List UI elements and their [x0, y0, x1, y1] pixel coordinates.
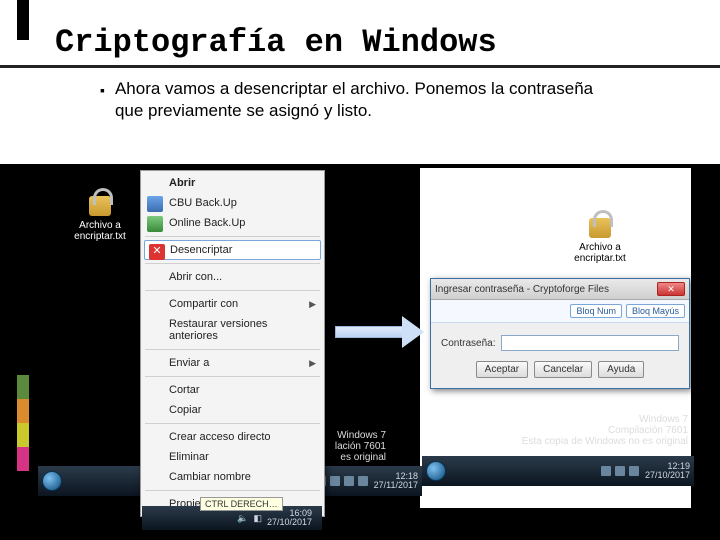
ctx-abrir-con[interactable]: Abrir con...	[143, 267, 322, 287]
encrypted-file-icon-right[interactable]: Archivo a encriptar.txt	[565, 210, 635, 266]
taskbar-clock[interactable]: 12:18 27/11/2017	[374, 472, 422, 491]
tray-icon[interactable]	[629, 466, 639, 476]
ctx-open[interactable]: Abrir	[143, 173, 322, 193]
tray-icon[interactable]	[615, 466, 625, 476]
tray-icon[interactable]	[601, 466, 611, 476]
cloud-icon	[147, 216, 163, 232]
bullet-content: Ahora vamos a desencriptar el archivo. P…	[115, 78, 620, 122]
decrypt-icon: ✕	[149, 244, 165, 260]
ctx-online-backup[interactable]: Online Back.Up	[143, 213, 322, 233]
backup-icon	[147, 196, 163, 212]
start-orb[interactable]	[42, 471, 62, 491]
context-menu: Abrir CBU Back.Up Online Back.Up ✕ Desen…	[140, 170, 325, 517]
accept-button[interactable]: Aceptar	[476, 361, 528, 378]
ctx-acceso-directo[interactable]: Crear acceso directo	[143, 427, 322, 447]
ctx-copiar[interactable]: Copiar	[143, 400, 322, 420]
slide-title: Criptografía en Windows	[0, 20, 720, 68]
start-orb[interactable]	[426, 461, 446, 481]
encrypted-file-icon-left[interactable]: Archivo a encriptar.txt	[70, 188, 130, 242]
bullet-marker: ▪	[100, 78, 105, 122]
help-button[interactable]: Ayuda	[598, 361, 644, 378]
ctx-restaurar[interactable]: Restaurar versiones anteriores	[143, 314, 322, 346]
bullet-text: ▪ Ahora vamos a desencriptar el archivo.…	[40, 78, 680, 122]
tray-icon[interactable]	[344, 476, 354, 486]
taskbar-clock[interactable]: 12:19 27/10/2017	[645, 462, 694, 481]
taskbar-tooltip: CTRL DERECH…	[200, 497, 283, 511]
ctx-cbu-backup[interactable]: CBU Back.Up	[143, 193, 322, 213]
system-tray[interactable]	[595, 466, 645, 476]
password-label: Contraseña:	[441, 338, 495, 349]
close-icon[interactable]: ✕	[657, 282, 685, 296]
capslock-indicator[interactable]: Bloq Mayús	[626, 304, 685, 318]
cancel-button[interactable]: Cancelar	[534, 361, 592, 378]
ctx-eliminar[interactable]: Eliminar	[143, 447, 322, 467]
ctx-compartir[interactable]: Compartir con ▶	[143, 294, 322, 314]
lock-icon	[83, 188, 117, 218]
flow-arrow	[335, 316, 425, 346]
chevron-right-icon: ▶	[309, 358, 316, 369]
file-label: Archivo a encriptar.txt	[565, 242, 635, 264]
tray-icon[interactable]	[330, 476, 340, 486]
ctx-cambiar-nombre[interactable]: Cambiar nombre	[143, 467, 322, 487]
ctx-cortar[interactable]: Cortar	[143, 380, 322, 400]
numlock-indicator[interactable]: Bloq Num	[570, 304, 622, 318]
taskbar-clock[interactable]: 16:09 27/10/2017	[267, 509, 316, 528]
password-dialog: Ingresar contraseña - Cryptoforge Files …	[430, 278, 690, 389]
password-input[interactable]	[501, 335, 679, 351]
ctx-desencriptar[interactable]: ✕ Desencriptar	[144, 240, 321, 260]
tray-icon[interactable]	[358, 476, 368, 486]
ctx-enviar[interactable]: Enviar a ▶	[143, 353, 322, 373]
speaker-icon[interactable]: 🔈	[237, 513, 248, 524]
taskbar-right[interactable]: 12:19 27/10/2017	[422, 456, 694, 486]
watermark-right: Windows 7 Compilación 7601 Esta copia de…	[468, 414, 688, 447]
network-icon[interactable]: ◧	[253, 513, 262, 524]
accent-stripe	[17, 0, 29, 540]
dialog-titlebar[interactable]: Ingresar contraseña - Cryptoforge Files …	[431, 279, 689, 300]
dialog-title: Ingresar contraseña - Cryptoforge Files	[435, 284, 609, 295]
file-label: Archivo a encriptar.txt	[70, 220, 130, 242]
lock-icon	[583, 210, 617, 240]
chevron-right-icon: ▶	[309, 299, 316, 310]
